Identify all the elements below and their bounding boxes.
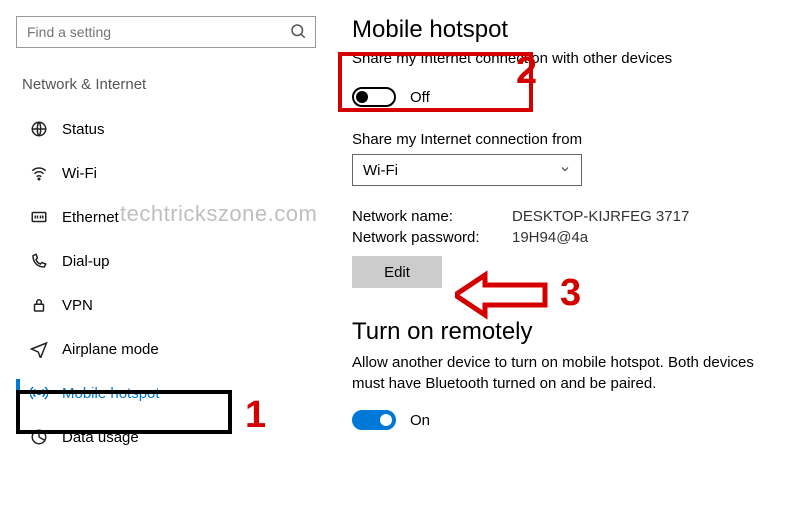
sidebar-item-airplane[interactable]: Airplane mode: [16, 327, 236, 371]
sidebar-item-label: Wi-Fi: [62, 165, 97, 182]
sidebar: Network & Internet Status Wi-Fi Ethernet…: [16, 16, 316, 459]
sidebar-section-title: Network & Internet: [22, 76, 316, 93]
network-name-label: Network name:: [352, 208, 512, 225]
search-text[interactable]: [25, 23, 289, 41]
sidebar-item-wifi[interactable]: Wi-Fi: [16, 151, 236, 195]
sidebar-item-ethernet[interactable]: Ethernet: [16, 195, 236, 239]
share-toggle[interactable]: [352, 87, 396, 107]
sidebar-item-hotspot[interactable]: Mobile hotspot: [16, 371, 236, 415]
sidebar-item-label: Mobile hotspot: [62, 385, 160, 402]
chevron-down-icon: [559, 162, 571, 179]
remote-toggle-state: On: [410, 412, 430, 429]
network-name-value: DESKTOP-KIJRFEG 3717: [512, 208, 689, 225]
status-icon: [24, 120, 54, 138]
share-from-select[interactable]: Wi-Fi: [352, 154, 582, 186]
sidebar-item-label: Dial-up: [62, 253, 110, 270]
data-usage-icon: [24, 428, 54, 446]
network-password-value: 19H94@4a: [512, 229, 588, 246]
edit-button[interactable]: Edit: [352, 256, 442, 288]
share-from-label: Share my Internet connection from: [352, 131, 790, 148]
wifi-icon: [24, 164, 54, 182]
sidebar-item-label: Status: [62, 121, 105, 138]
share-description: Share my Internet connection with other …: [352, 50, 790, 67]
search-icon: [289, 22, 307, 43]
remote-toggle[interactable]: [352, 410, 396, 430]
search-input[interactable]: [16, 16, 316, 48]
sidebar-item-label: Airplane mode: [62, 341, 159, 358]
airplane-icon: [24, 340, 54, 358]
remote-desc: Allow another device to turn on mobile h…: [352, 352, 762, 394]
hotspot-icon: [24, 384, 54, 402]
sidebar-item-label: VPN: [62, 297, 93, 314]
dialup-icon: [24, 252, 54, 270]
main-content: Mobile hotspot Share my Internet connect…: [316, 16, 790, 459]
vpn-icon: [24, 296, 54, 314]
sidebar-item-label: Data usage: [62, 429, 139, 446]
remote-title: Turn on remotely: [352, 318, 790, 346]
share-from-value: Wi-Fi: [363, 162, 398, 179]
sidebar-item-status[interactable]: Status: [16, 107, 236, 151]
sidebar-item-label: Ethernet: [62, 209, 119, 226]
sidebar-item-vpn[interactable]: VPN: [16, 283, 236, 327]
ethernet-icon: [24, 208, 54, 226]
page-title: Mobile hotspot: [352, 16, 790, 44]
share-toggle-state: Off: [410, 89, 430, 106]
sidebar-item-dialup[interactable]: Dial-up: [16, 239, 236, 283]
sidebar-item-data-usage[interactable]: Data usage: [16, 415, 236, 459]
network-password-label: Network password:: [352, 229, 512, 246]
